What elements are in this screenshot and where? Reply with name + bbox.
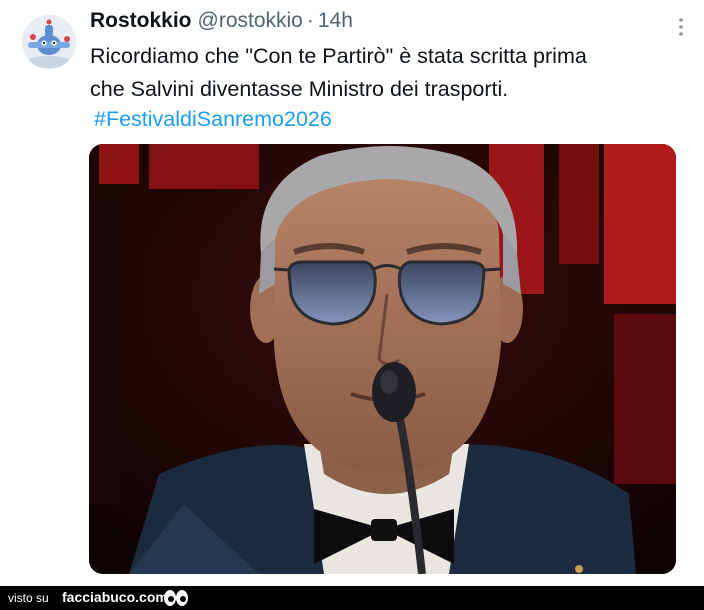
author-name[interactable]: Rostokkio <box>90 9 192 32</box>
singer-photo <box>89 144 676 574</box>
avatar[interactable] <box>22 15 76 69</box>
airplane-avatar-icon <box>22 15 76 69</box>
footer-prefix: visto su <box>8 591 49 605</box>
tweet-text: Ricordiamo che "Con te Partirò" è stata … <box>90 40 680 106</box>
tweet-media-photo[interactable] <box>89 144 676 574</box>
hashtag-link[interactable]: #FestivaldiSanremo2026 <box>94 103 332 136</box>
tweet-text-line: che Salvini diventasse Ministro dei tras… <box>90 77 509 101</box>
more-vertical-icon[interactable] <box>676 16 686 38</box>
tweet-header: Rostokkio @rostokkio · 14h <box>90 9 353 39</box>
author-handle[interactable]: @rostokkio <box>198 9 303 32</box>
separator-dot: · <box>306 9 314 32</box>
eyes-logo-icon <box>164 590 188 606</box>
timestamp[interactable]: 14h <box>318 9 353 32</box>
footer-bar: visto su facciabuco.com <box>0 586 704 610</box>
site-link[interactable]: facciabuco.com <box>62 589 168 605</box>
tweet-card: Rostokkio @rostokkio · 14h Ricordiamo che "… <box>0 0 704 586</box>
tweet-text-line: Ricordiamo che "Con te Partirò" è stata … <box>90 44 587 68</box>
